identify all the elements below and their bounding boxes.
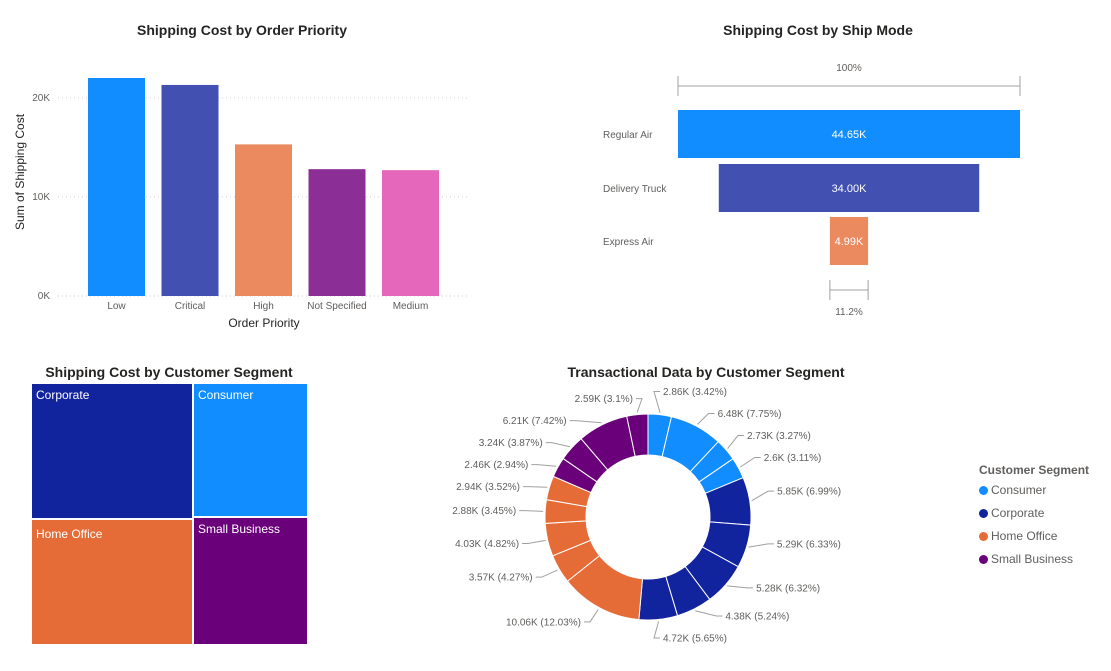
donut-data-label: 4.03K (4.82%) [455, 539, 519, 550]
donut-chart-customer-segment: 2.86K (3.42%) 6.48K (7.75%) 2.73K (3.27%) 2… [452, 387, 841, 645]
funnel-chart-ship-mode: 100% 44.65K Regular Air 34.00K Delivery Truc… [603, 63, 1021, 318]
donut-legend: Customer Segment Consumer Corporate Home… [979, 463, 1089, 575]
funnel-value-label: 34.00K [832, 183, 868, 195]
donut-data-label: 2.46K (2.94%) [464, 460, 528, 471]
donut-data-label: 10.06K (12.03%) [506, 617, 581, 628]
treemap-label-small-business: Small Business [198, 522, 281, 536]
donut-leader-line [697, 413, 715, 425]
donut-leader-line [653, 391, 661, 413]
legend-label: Corporate [991, 506, 1045, 520]
donut-leader-line [519, 510, 544, 512]
donut-leader-line [740, 457, 761, 468]
x-tick-label: Not Specified [307, 301, 366, 312]
donut-data-label: 2.59K (3.1%) [575, 394, 633, 405]
legend-item-small-business[interactable]: Small Business [979, 552, 1089, 575]
funnel-bottom-percent: 11.2% [835, 307, 863, 318]
donut-leader-line [751, 490, 775, 502]
donut-leader-line [695, 610, 723, 617]
funnel-category-label: Regular Air [603, 130, 653, 141]
treemap-label-consumer: Consumer [198, 388, 254, 402]
donut-data-label: 2.6K (3.11%) [764, 453, 822, 464]
donut-leader-line [727, 435, 744, 449]
y-tick-label: 20K [32, 93, 50, 104]
funnel-top-percent: 100% [836, 63, 862, 74]
treemap-cell-corporate[interactable]: Corporate [31, 383, 193, 519]
donut-leader-line [531, 464, 557, 467]
donut-leader-line [535, 569, 558, 578]
legend-title: Customer Segment [979, 463, 1090, 477]
legend-label: Small Business [991, 552, 1074, 566]
x-tick-label: Critical [175, 301, 206, 312]
chart-title-customer-segment-donut: Transactional Data by Customer Segment [567, 364, 845, 380]
treemap-label-corporate: Corporate [36, 388, 90, 402]
donut-data-label: 5.28K (6.32%) [756, 583, 820, 594]
chart-title-customer-segment-treemap: Shipping Cost by Customer Segment [45, 364, 293, 380]
x-tick-label: Low [107, 301, 126, 312]
treemap-cell-small-business[interactable]: Small Business [193, 517, 308, 645]
donut-data-label: 2.73K (3.27%) [747, 431, 811, 442]
x-tick-label: High [253, 301, 274, 312]
donut-data-label: 5.29K (6.33%) [777, 539, 841, 550]
donut-leader-line [727, 585, 754, 589]
legend-label: Home Office [991, 529, 1058, 543]
treemap-customer-segment: Corporate Consumer Home Office Small Bus… [31, 383, 308, 645]
funnel-value-label: 44.65K [832, 129, 868, 141]
legend-label: Consumer [991, 483, 1047, 497]
funnel-category-label: Delivery Truck [603, 184, 667, 195]
donut-data-label: 6.48K (7.75%) [718, 409, 782, 420]
legend-item-home-office[interactable]: Home Office [979, 529, 1089, 552]
x-tick-label: Medium [393, 301, 429, 312]
y-tick-label: 0K [38, 291, 51, 302]
x-axis-title: Order Priority [228, 316, 299, 330]
donut-data-label: 2.94K (3.52%) [456, 482, 520, 493]
donut-data-label: 2.86K (3.42%) [663, 387, 727, 398]
legend-dot-icon [979, 555, 988, 564]
donut-data-label: 3.24K (3.87%) [479, 438, 543, 449]
bar-medium [382, 170, 439, 296]
treemap-cell-home-office[interactable]: Home Office [31, 519, 193, 645]
funnel-category-label: Express Air [603, 237, 654, 248]
donut-data-label: 2.88K (3.45%) [452, 506, 516, 517]
donut-leader-line [545, 442, 571, 448]
donut-leader-line [653, 621, 660, 639]
treemap-cell-consumer[interactable]: Consumer [193, 383, 308, 517]
legend-dot-icon [979, 486, 988, 495]
legend-dot-icon [979, 532, 988, 541]
donut-data-label: 3.57K (4.27%) [469, 573, 533, 584]
donut-leader-line [748, 543, 774, 548]
bar-chart-order-priority: 0K 10K 20K Low Critical High Not Specified Medi… [13, 78, 470, 330]
legend-item-consumer[interactable]: Consumer [979, 483, 1089, 506]
donut-leader-line [636, 398, 643, 413]
bar-high [235, 144, 292, 296]
donut-leader-line [584, 609, 599, 623]
bar-critical [161, 84, 219, 296]
donut-data-label: 4.38K (5.24%) [725, 612, 789, 623]
donut-data-label: 5.85K (6.99%) [777, 487, 841, 498]
donut-data-label: 4.72K (5.65%) [663, 634, 727, 645]
legend-item-corporate[interactable]: Corporate [979, 506, 1089, 529]
donut-leader-line [523, 486, 548, 488]
y-axis-title: Sum of Shipping Cost [13, 113, 27, 230]
bar-not-specified [308, 169, 366, 296]
legend-dot-icon [979, 509, 988, 518]
donut-data-label: 6.21K (7.42%) [503, 416, 567, 427]
bar-low [88, 78, 145, 296]
donut-leader-line [522, 539, 546, 544]
y-tick-label: 10K [32, 192, 50, 203]
funnel-value-label: 4.99K [835, 236, 864, 248]
donut-leader-line [569, 420, 602, 424]
treemap-label-home-office: Home Office [36, 527, 103, 541]
